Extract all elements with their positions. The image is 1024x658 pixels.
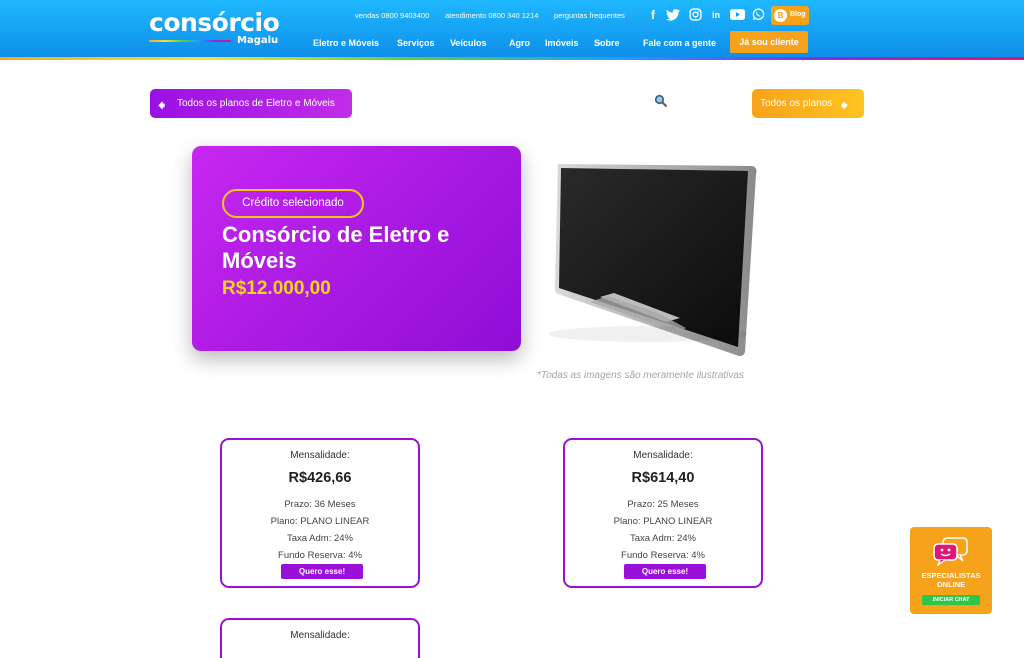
- monthly-label: Mensalidade:: [290, 450, 350, 461]
- select-plan-button[interactable]: Quero esse!: [624, 564, 706, 579]
- whatsapp-icon[interactable]: [750, 7, 766, 23]
- back-to-plans-label: Todos os planos de Eletro e Móveis: [177, 98, 335, 109]
- all-plans-button[interactable]: Todos os planos 🠺: [752, 89, 864, 118]
- term-text: Prazo: 36 Meses: [284, 499, 356, 510]
- search-icon[interactable]: [654, 94, 668, 108]
- curved-tv-image: [548, 164, 757, 356]
- blog-label: Blog: [790, 11, 806, 18]
- facebook-icon[interactable]: f: [645, 7, 661, 23]
- logo-color-bar: [149, 40, 231, 42]
- start-chat-button[interactable]: INICIAR CHAT: [922, 595, 980, 605]
- monthly-label: Mensalidade:: [633, 450, 693, 461]
- nav-item-servicos[interactable]: Serviços: [397, 38, 435, 48]
- reserve-fund-text: Fundo Reserva: 4%: [278, 550, 362, 561]
- plan-type-text: Plano: PLANO LINEAR: [613, 516, 713, 527]
- all-plans-label: Todos os planos: [760, 98, 833, 109]
- admin-fee-text: Taxa Adm: 24%: [286, 533, 353, 544]
- term-text: Prazo: 25 Meses: [627, 499, 699, 510]
- site-header: consórcio Magalu vendas 0800 9403400 ate…: [0, 0, 1024, 58]
- admin-fee-text: Taxa Adm: 24%: [629, 533, 696, 544]
- nav-item-fale-conosco[interactable]: Fale com a gente: [643, 38, 716, 48]
- plan-type-text: Plano: PLANO LINEAR: [270, 516, 370, 527]
- chat-widget-title: ESPECIALISTAS ONLINE: [921, 571, 981, 589]
- linkedin-icon[interactable]: in: [708, 7, 724, 23]
- arrow-left-icon: 🠸: [158, 97, 166, 113]
- instagram-icon[interactable]: [687, 7, 703, 23]
- monthly-label: Mensalidade:: [290, 630, 350, 641]
- ja-sou-cliente-button[interactable]: Já sou cliente: [730, 31, 808, 53]
- twitter-icon[interactable]: [665, 7, 681, 23]
- support-phone-link[interactable]: atendimento 0800 340 1214: [445, 11, 538, 20]
- monthly-value: R$426,66: [288, 470, 352, 486]
- chevron-down-icon: ⌄: [596, 39, 602, 46]
- arrow-right-icon: 🠺: [841, 97, 849, 113]
- youtube-icon[interactable]: [729, 7, 745, 23]
- logo-main-text: consórcio: [149, 8, 280, 37]
- online-specialists-chat-widget[interactable]: ESPECIALISTAS ONLINE INICIAR CHAT: [910, 527, 992, 614]
- logo-sub-text: Magalu: [237, 35, 279, 46]
- chat-bubbles-icon: [933, 537, 968, 566]
- plan-card: Mensalidade: R$614,40 Prazo: 25 Meses Pl…: [563, 438, 763, 588]
- plan-card: Mensalidade: R$426,66 Prazo: 36 Meses Pl…: [220, 438, 420, 588]
- header-color-stripe: [0, 57, 1024, 60]
- nav-item-agro[interactable]: Agro: [509, 38, 530, 48]
- sales-phone-link[interactable]: vendas 0800 9403400: [355, 11, 429, 20]
- plan-card: Mensalidade:: [220, 618, 420, 658]
- select-plan-button[interactable]: Quero esse!: [281, 564, 363, 579]
- blog-button[interactable]: B Blog: [771, 6, 809, 25]
- back-to-plans-button[interactable]: 🠸 Todos os planos de Eletro e Móveis: [150, 89, 352, 118]
- image-disclaimer: *Todas as imagens são meramente ilustrat…: [537, 370, 744, 381]
- nav-item-imoveis[interactable]: Imóveis: [545, 38, 579, 48]
- nav-item-eletro-moveis[interactable]: Eletro e Móveis: [313, 38, 379, 48]
- credit-selected-badge: Crédito selecionado: [222, 189, 364, 218]
- faq-link[interactable]: perguntas frequentes: [554, 11, 625, 20]
- blogger-icon: B: [774, 9, 787, 22]
- credit-value: R$12.000,00: [222, 278, 331, 299]
- product-title: Consórcio de Eletro e Móveis: [222, 222, 450, 273]
- selected-credit-card: Crédito selecionado Consórcio de Eletro …: [192, 146, 521, 351]
- chevron-down-icon: ⌄: [452, 39, 458, 46]
- monthly-value: R$614,40: [631, 470, 695, 486]
- consorcio-magalu-logo[interactable]: consórcio Magalu: [149, 8, 289, 48]
- reserve-fund-text: Fundo Reserva: 4%: [621, 550, 705, 561]
